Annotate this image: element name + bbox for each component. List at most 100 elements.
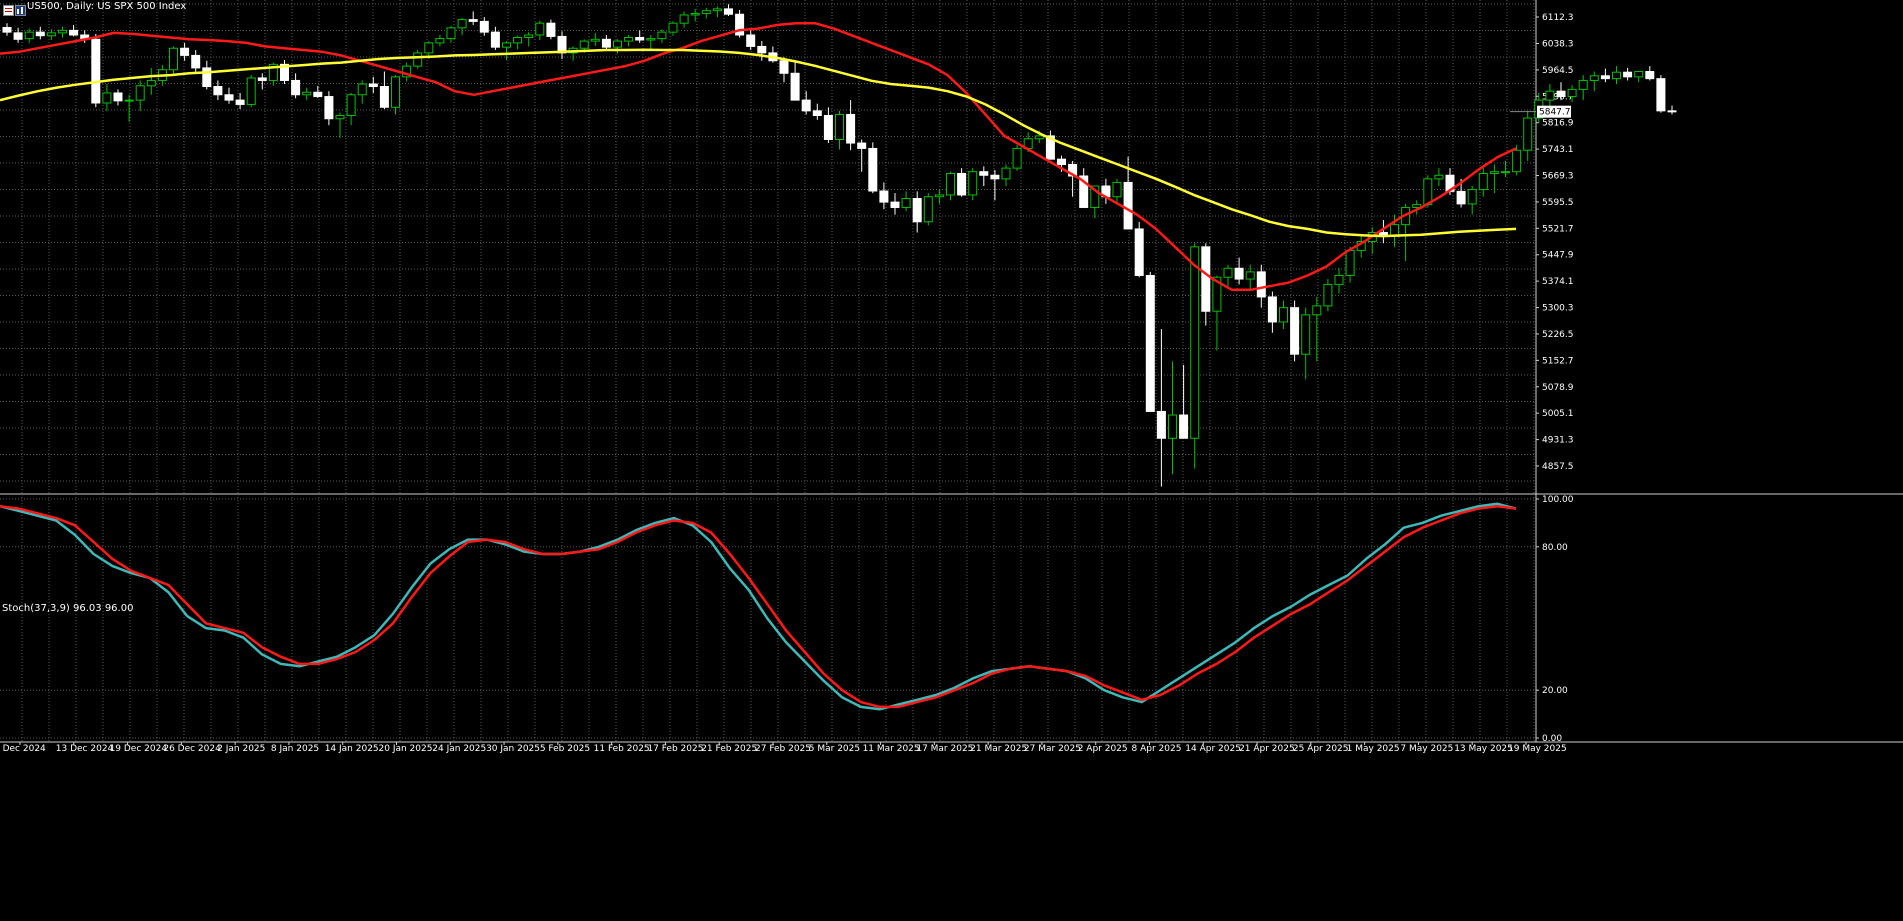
- candle-body: [58, 29, 67, 34]
- candle-body: [468, 19, 478, 22]
- candle-body: [502, 42, 511, 48]
- candle-body: [213, 86, 223, 96]
- candle-body: [513, 37, 523, 44]
- candle-body: [1190, 246, 1200, 439]
- time-tick-label: 25 Apr 2025: [1293, 744, 1349, 754]
- candle-body: [968, 171, 978, 196]
- candle-body: [102, 92, 112, 104]
- candle-body: [24, 31, 34, 40]
- time-tick-label: 17 Feb 2025: [647, 744, 703, 754]
- candle-body: [1434, 174, 1444, 180]
- candle-body: [1567, 88, 1577, 98]
- candle-body: [246, 77, 256, 105]
- candle-body: [1001, 167, 1011, 180]
- candle-body: [1345, 249, 1355, 276]
- candle-body: [657, 31, 667, 40]
- candle-body: [1467, 189, 1477, 205]
- candle-body: [202, 67, 212, 88]
- candle-body: [1623, 71, 1633, 78]
- price-tick-label: 5152.7: [1542, 356, 1574, 366]
- candle-body: [590, 38, 600, 42]
- time-tick-label: 17 Mar 2025: [916, 744, 973, 754]
- candle-body: [835, 113, 844, 140]
- candle-body: [1634, 70, 1644, 78]
- stoch-tick-label: 20.00: [1542, 686, 1568, 696]
- candle-body: [135, 85, 145, 101]
- candle-body: [1112, 181, 1122, 198]
- candle-body: [546, 22, 556, 37]
- candle-body: [601, 38, 611, 48]
- candle-body: [846, 113, 856, 144]
- time-tick-label: 1 May 2025: [1347, 744, 1400, 754]
- price-tick-label: 5226.5: [1542, 330, 1574, 340]
- candle-body: [1478, 172, 1488, 191]
- candle-body: [1523, 117, 1533, 151]
- chart-svg[interactable]: 6112.36038.35964.55890.75816.95743.15669…: [0, 0, 1903, 917]
- candle-body: [169, 47, 178, 71]
- price-tick-label: 5078.9: [1542, 383, 1574, 393]
- candle-body: [934, 194, 944, 198]
- candle-body: [801, 99, 811, 112]
- candle-body: [1589, 75, 1599, 81]
- stoch-tick-label: 0.00: [1542, 734, 1562, 744]
- candle-body: [579, 40, 589, 49]
- candle-body: [446, 27, 456, 40]
- candle-body: [1201, 246, 1211, 312]
- candle-body: [1612, 71, 1621, 80]
- candle-body: [746, 34, 756, 47]
- candle-body: [479, 20, 489, 33]
- candle-body: [1123, 181, 1133, 230]
- price-tick-label: 6038.3: [1542, 39, 1574, 49]
- candle-body: [335, 115, 345, 120]
- chart-background: [0, 0, 1903, 917]
- candle-body: [679, 14, 689, 24]
- candle-body: [624, 37, 634, 42]
- candle-body: [923, 196, 933, 223]
- candle-body: [2, 26, 12, 33]
- candle-body: [868, 147, 878, 192]
- time-tick-label: 2 Apr 2025: [1078, 744, 1128, 754]
- candle-body: [724, 8, 733, 15]
- time-tick-label: 13 May 2025: [1454, 744, 1513, 754]
- candle-body: [957, 172, 967, 196]
- chart-root: 6112.3 6038.3 5964.5 5890.7 5816.9 5743.1 5669…: [0, 0, 1903, 917]
- candle-body: [535, 22, 545, 36]
- candle-body: [690, 13, 700, 16]
- candle-body: [1290, 307, 1300, 355]
- candle-body: [224, 94, 234, 101]
- candle-body: [1512, 149, 1522, 173]
- candle-body: [1156, 410, 1166, 439]
- stochastic-label: Stoch(37,3,9) 96.03 96.00: [2, 603, 134, 614]
- time-tick-label: 19 Dec 2024: [110, 744, 168, 754]
- time-tick-label: 19 May 2025: [1508, 744, 1567, 754]
- price-tick-label: 5669.3: [1542, 172, 1574, 182]
- candle-body: [1012, 147, 1022, 169]
- candle-body: [424, 42, 434, 54]
- candle-body: [1423, 178, 1433, 206]
- candle-body: [1456, 190, 1466, 205]
- time-tick-label: 27 Mar 2025: [1024, 744, 1081, 754]
- chart-menu-icon[interactable]: [3, 1, 14, 16]
- current-price-label: 5847.7: [1539, 108, 1571, 118]
- candle-body: [668, 22, 678, 33]
- candle-body: [646, 38, 656, 41]
- candle-body: [1578, 79, 1588, 90]
- candle-body: [1034, 135, 1044, 140]
- stoch-tick-label: 100.00: [1542, 495, 1574, 505]
- time-tick-label: 21 Apr 2025: [1239, 744, 1295, 754]
- bar-chart-icon[interactable]: [15, 1, 26, 16]
- time-tick-label: 27 Feb 2025: [755, 744, 811, 754]
- candle-body: [879, 190, 889, 203]
- candle-body: [313, 91, 323, 98]
- candle-body: [1312, 305, 1322, 316]
- candle-body: [857, 142, 867, 149]
- candle-body: [901, 198, 911, 208]
- candle-body: [812, 110, 822, 117]
- price-tick-label: 5300.3: [1542, 304, 1574, 314]
- candle-body: [13, 32, 23, 40]
- candle-body: [524, 34, 534, 39]
- candle-body: [1223, 267, 1233, 278]
- stoch-tick-label: 80.00: [1542, 543, 1568, 553]
- candle-body: [235, 99, 245, 105]
- time-tick-label: 5 Feb 2025: [540, 744, 590, 754]
